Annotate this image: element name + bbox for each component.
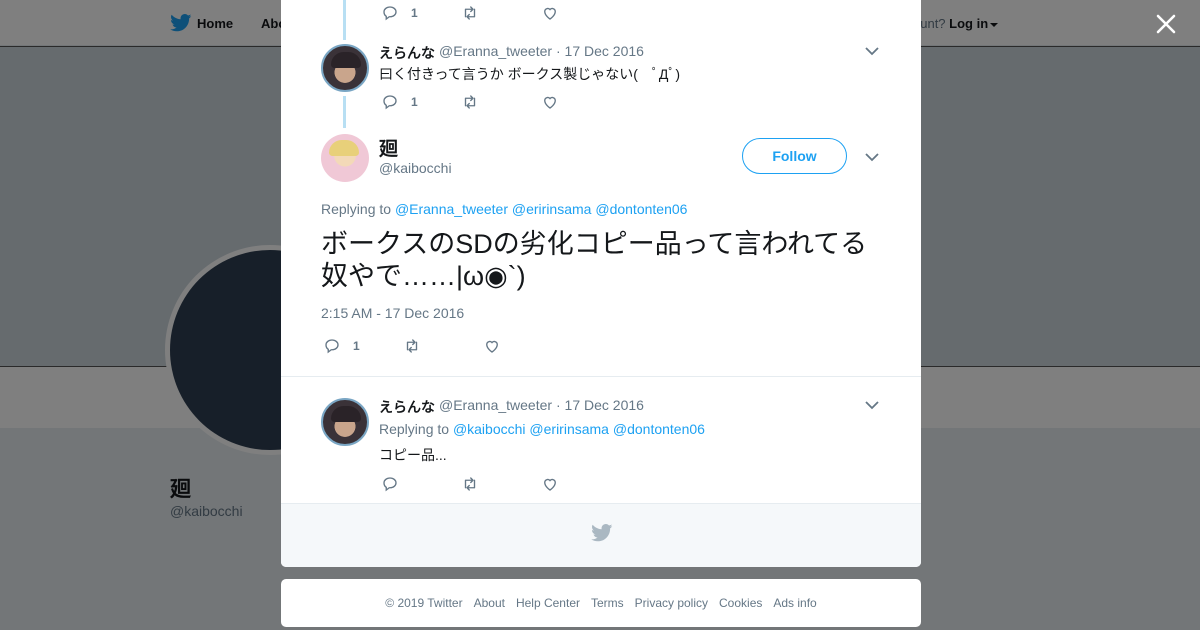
heart-icon: [544, 478, 556, 491]
reply-icon: [325, 339, 339, 354]
close-icon[interactable]: [1154, 12, 1178, 36]
reply-count: 1: [353, 339, 360, 353]
reply-icon: [383, 95, 397, 110]
retweet-icon: [406, 339, 418, 353]
avatar-hair: [331, 52, 361, 68]
avatar-hair: [329, 140, 359, 156]
twitter-bird-icon: [591, 524, 613, 542]
replying-to-label: Replying to: [379, 421, 450, 437]
like-action[interactable]: [541, 93, 559, 111]
tweet-text: コピー品...: [379, 447, 447, 463]
tweet-author-handle[interactable]: @Eranna_tweeter: [439, 43, 552, 59]
retweet-icon: [464, 95, 476, 109]
mention-link[interactable]: @dontonten06: [595, 201, 687, 217]
heart-icon: [486, 340, 498, 353]
like-action[interactable]: [541, 475, 559, 493]
avatar[interactable]: [321, 134, 369, 182]
thread-line: [343, 0, 346, 40]
like-action[interactable]: [483, 337, 501, 355]
footer-link-ads-info[interactable]: Ads info: [773, 596, 816, 610]
reply-count: 1: [411, 6, 418, 20]
footer-link-help-center[interactable]: Help Center: [516, 596, 580, 610]
tweet-modal: 1 えらんな @Eranna_tweeter · 17 Dec 2016 曰く付…: [281, 0, 921, 567]
thread-line: [343, 96, 346, 128]
like-action[interactable]: [541, 4, 559, 22]
avatar-hair: [331, 406, 361, 422]
follow-button[interactable]: Follow: [742, 138, 847, 174]
replying-to: Replying to @kaibocchi @eririnsama @dont…: [379, 421, 705, 437]
footer-link-privacy[interactable]: Privacy policy: [635, 596, 708, 610]
tweet-author-name[interactable]: えらんな: [379, 397, 435, 417]
chevron-down-icon[interactable]: [865, 46, 879, 56]
replying-to: Replying to @Eranna_tweeter @eririnsama …: [321, 201, 687, 217]
retweet-icon: [464, 6, 476, 20]
main-tweet-author-handle[interactable]: @kaibocchi: [379, 160, 452, 176]
footer-link-terms[interactable]: Terms: [591, 596, 624, 610]
heart-icon: [544, 96, 556, 109]
tweet-date[interactable]: · 17 Dec 2016: [556, 43, 644, 59]
tweet-date[interactable]: · 17 Dec 2016: [556, 397, 644, 413]
main-tweet-timestamp[interactable]: 2:15 AM - 17 Dec 2016: [321, 305, 464, 321]
main-tweet-author-name[interactable]: 廻: [379, 134, 398, 161]
retweet-action[interactable]: [461, 475, 479, 493]
modal-footer: [281, 503, 921, 567]
reply-icon: [383, 477, 397, 492]
mention-link[interactable]: @dontonten06: [613, 421, 705, 437]
mention-link[interactable]: @Eranna_tweeter: [395, 201, 508, 217]
retweet-action[interactable]: [461, 4, 479, 22]
footer-link-about[interactable]: About: [474, 596, 505, 610]
reply-count: 1: [411, 95, 418, 109]
reply-icon: [383, 6, 397, 21]
chevron-down-icon[interactable]: [865, 152, 879, 162]
chevron-down-icon[interactable]: [865, 400, 879, 410]
mention-link[interactable]: @eririnsama: [529, 421, 609, 437]
reply-action[interactable]: 1: [381, 93, 418, 111]
mention-link[interactable]: @kaibocchi: [453, 421, 526, 437]
retweet-icon: [464, 477, 476, 491]
avatar[interactable]: [321, 44, 369, 92]
heart-icon: [544, 7, 556, 20]
main-tweet-text: ボークスのSDの劣化コピー品って言われてる奴やで……|ω◉`): [321, 229, 868, 291]
reply-action[interactable]: 1: [381, 4, 418, 22]
copyright: © 2019 Twitter: [385, 596, 463, 610]
page-footer: © 2019 Twitter About Help Center Terms P…: [281, 579, 921, 627]
retweet-action[interactable]: [461, 93, 479, 111]
retweet-action[interactable]: [403, 337, 421, 355]
avatar[interactable]: [321, 398, 369, 446]
tweet-author-name[interactable]: えらんな: [379, 43, 435, 63]
tweet-author-handle[interactable]: @Eranna_tweeter: [439, 397, 552, 413]
mention-link[interactable]: @eririnsama: [512, 201, 592, 217]
footer-link-cookies[interactable]: Cookies: [719, 596, 762, 610]
reply-action[interactable]: 1: [323, 337, 360, 355]
divider: [281, 376, 921, 377]
replying-to-label: Replying to: [321, 201, 392, 217]
tweet-text: 曰く付きって言うか ボークス製じゃない( ﾟДﾟ): [379, 66, 681, 82]
reply-action[interactable]: [381, 475, 399, 493]
